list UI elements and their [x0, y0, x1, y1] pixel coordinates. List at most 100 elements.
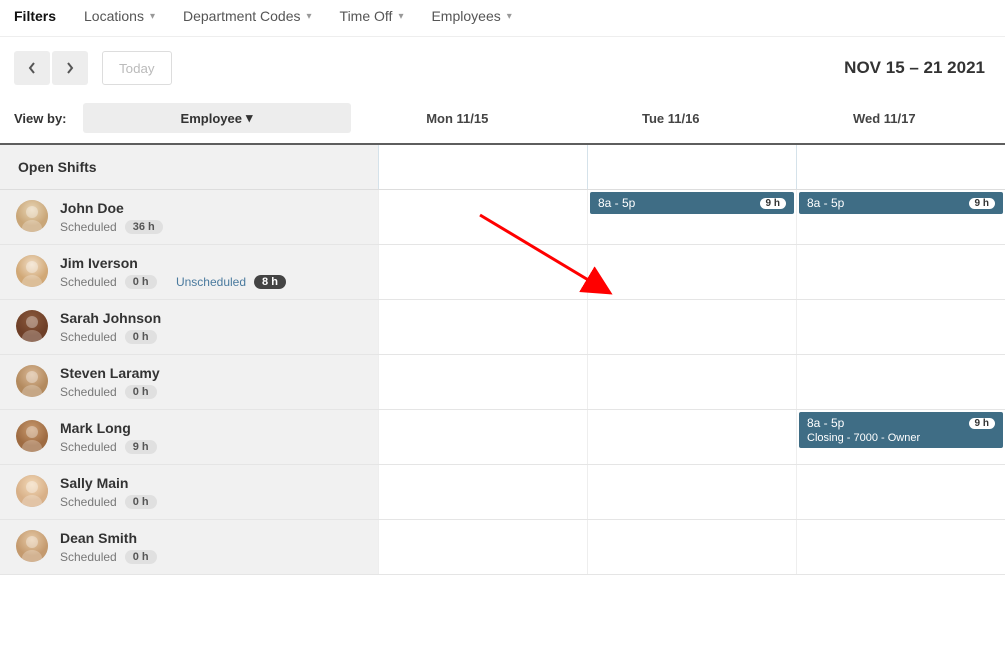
shift-hours-badge: 9 h — [969, 418, 995, 429]
employee-name: Dean Smith — [60, 530, 157, 546]
scheduled-label: Scheduled — [60, 275, 117, 289]
employee-name: John Doe — [60, 200, 163, 216]
scheduled-hours-badge: 0 h — [125, 550, 157, 564]
employee-meta: Scheduled 0 h — [60, 550, 157, 564]
shift-detail: Closing - 7000 - Owner — [807, 432, 995, 444]
day-cell[interactable] — [796, 520, 1005, 574]
day-cell[interactable] — [378, 245, 587, 299]
chevron-down-icon: ▾ — [398, 11, 403, 22]
employee-row: John Doe Scheduled 36 h 8a - 5p 9 h 8a -… — [0, 190, 1005, 245]
day-cell[interactable] — [796, 300, 1005, 354]
employee-row: Jim Iverson Scheduled 0 h Unscheduled 8 … — [0, 245, 1005, 300]
viewby-label: View by: — [14, 111, 67, 126]
employee-meta: Scheduled 9 h — [60, 440, 157, 454]
scheduled-hours-badge: 36 h — [125, 220, 163, 234]
employee-meta: Scheduled 0 h Unscheduled 8 h — [60, 275, 286, 289]
scheduled-hours-badge: 0 h — [125, 330, 157, 344]
employee-row: Sally Main Scheduled 0 h — [0, 465, 1005, 520]
day-cell[interactable] — [587, 300, 796, 354]
avatar — [16, 200, 48, 232]
scheduled-label: Scheduled — [60, 220, 117, 234]
day-headers: Mon 11/15 Tue 11/16 Wed 11/17 — [351, 111, 991, 126]
day-cell[interactable] — [378, 300, 587, 354]
employee-cell[interactable]: Jim Iverson Scheduled 0 h Unscheduled 8 … — [0, 245, 378, 299]
employee-cell[interactable]: Dean Smith Scheduled 0 h — [0, 520, 378, 574]
filter-time-off[interactable]: Time Off ▾ — [340, 8, 404, 24]
day-cell[interactable] — [587, 410, 796, 464]
date-range: NOV 15 – 21 2021 — [844, 58, 991, 78]
day-cell[interactable] — [587, 520, 796, 574]
employee-cell[interactable]: Sally Main Scheduled 0 h — [0, 465, 378, 519]
avatar — [16, 475, 48, 507]
day-cells — [378, 300, 1005, 354]
day-header: Wed 11/17 — [778, 111, 992, 126]
day-cell[interactable] — [587, 465, 796, 519]
day-cell[interactable] — [587, 245, 796, 299]
day-cell[interactable] — [378, 355, 587, 409]
open-shifts-row: Open Shifts — [0, 145, 1005, 190]
shift-hours-badge: 9 h — [760, 198, 786, 209]
employee-cell[interactable]: Mark Long Scheduled 9 h — [0, 410, 378, 464]
filter-employees[interactable]: Employees ▾ — [431, 8, 511, 24]
employee-meta: Scheduled 36 h — [60, 220, 163, 234]
viewby-select[interactable]: Employee ▾ — [83, 103, 351, 133]
day-cells: 8a - 5p 9 h 8a - 5p 9 h — [378, 190, 1005, 244]
unscheduled-label: Unscheduled — [176, 275, 246, 289]
chevron-down-icon: ▾ — [150, 11, 155, 22]
shift-hours-badge: 9 h — [969, 198, 995, 209]
employee-row: Mark Long Scheduled 9 h 8a - 5p 9 h Clos… — [0, 410, 1005, 465]
day-cells — [378, 355, 1005, 409]
day-cell[interactable]: 8a - 5p 9 h — [796, 190, 1005, 244]
scheduled-label: Scheduled — [60, 550, 117, 564]
shift-block[interactable]: 8a - 5p 9 h Closing - 7000 - Owner — [799, 412, 1003, 448]
shift-block[interactable]: 8a - 5p 9 h — [799, 192, 1003, 214]
filter-locations[interactable]: Locations ▾ — [84, 8, 155, 24]
day-cell[interactable] — [378, 465, 587, 519]
shift-time: 8a - 5p — [598, 196, 635, 210]
employee-meta: Scheduled 0 h — [60, 385, 160, 399]
day-cell[interactable] — [796, 465, 1005, 519]
employee-cell[interactable]: Sarah Johnson Scheduled 0 h — [0, 300, 378, 354]
scheduled-label: Scheduled — [60, 495, 117, 509]
open-shifts-label: Open Shifts — [0, 145, 378, 189]
day-cell[interactable] — [378, 190, 587, 244]
schedule-grid: Open Shifts John Doe Scheduled 36 h 8a -… — [0, 145, 1005, 575]
day-cell[interactable] — [796, 145, 1005, 189]
filters-label: Filters — [14, 8, 56, 24]
unscheduled-hours-badge: 8 h — [254, 275, 286, 289]
employee-name: Steven Laramy — [60, 365, 160, 381]
today-button[interactable]: Today — [102, 51, 172, 85]
day-header: Tue 11/16 — [564, 111, 778, 126]
scheduled-hours-badge: 0 h — [125, 495, 157, 509]
day-cell[interactable] — [378, 520, 587, 574]
day-cells — [378, 520, 1005, 574]
next-button[interactable] — [52, 51, 88, 85]
employee-cell[interactable]: Steven Laramy Scheduled 0 h — [0, 355, 378, 409]
day-cell[interactable] — [796, 355, 1005, 409]
day-cells — [378, 245, 1005, 299]
day-cell[interactable] — [796, 245, 1005, 299]
day-cell[interactable] — [378, 410, 587, 464]
scheduled-hours-badge: 0 h — [125, 275, 157, 289]
day-cell[interactable] — [587, 355, 796, 409]
chevron-down-icon: ▾ — [307, 11, 312, 22]
employee-name: Sally Main — [60, 475, 157, 491]
day-cell[interactable] — [587, 145, 796, 189]
employee-name: Sarah Johnson — [60, 310, 161, 326]
prev-button[interactable] — [14, 51, 50, 85]
day-cell[interactable]: 8a - 5p 9 h — [587, 190, 796, 244]
employee-meta: Scheduled 0 h — [60, 495, 157, 509]
scheduled-hours-badge: 9 h — [125, 440, 157, 454]
avatar — [16, 420, 48, 452]
scheduled-hours-badge: 0 h — [125, 385, 157, 399]
day-cell[interactable] — [378, 145, 587, 189]
employee-row: Dean Smith Scheduled 0 h — [0, 520, 1005, 575]
day-cell[interactable]: 8a - 5p 9 h Closing - 7000 - Owner — [796, 410, 1005, 464]
shift-time: 8a - 5p — [807, 416, 844, 430]
toolbar: Today NOV 15 – 21 2021 — [0, 37, 1005, 103]
scheduled-label: Scheduled — [60, 385, 117, 399]
shift-block[interactable]: 8a - 5p 9 h — [590, 192, 794, 214]
employee-meta: Scheduled 0 h — [60, 330, 161, 344]
filter-department-codes[interactable]: Department Codes ▾ — [183, 8, 312, 24]
employee-cell[interactable]: John Doe Scheduled 36 h — [0, 190, 378, 244]
